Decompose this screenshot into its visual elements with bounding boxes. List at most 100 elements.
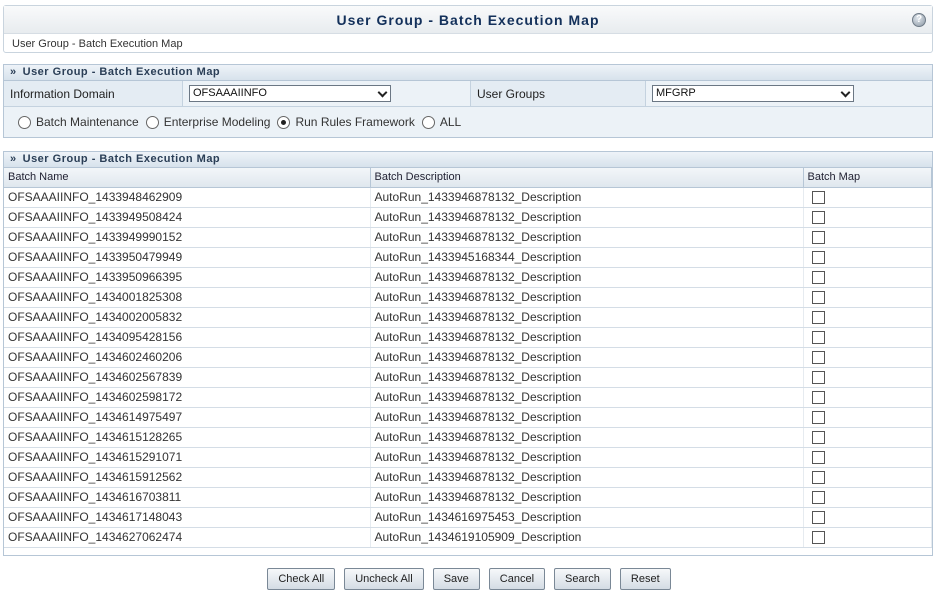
batch-description-cell: AutoRun_1433946878132_Description xyxy=(370,467,804,488)
batch-name-cell: OFSAAAIINFO_1434616703811 xyxy=(4,487,371,508)
radio-enterprise-modeling[interactable]: Enterprise Modeling xyxy=(145,115,271,129)
filter-row: Information Domain OFSAAAIINFO User Grou… xyxy=(4,81,932,107)
radio-label: Enterprise Modeling xyxy=(163,115,271,129)
uncheck-all-button[interactable]: Uncheck All xyxy=(344,568,424,590)
title-bar: User Group - Batch Execution Map ? xyxy=(4,6,932,34)
batch-map-checkbox[interactable] xyxy=(811,351,825,365)
batch-name-cell: OFSAAAIINFO_1434615128265 xyxy=(4,427,371,448)
batch-map-checkbox[interactable] xyxy=(811,371,825,385)
batch-map-grid-panel: » User Group - Batch Execution Map Batch … xyxy=(3,151,933,556)
batch-name-cell: OFSAAAIINFO_1434627062474 xyxy=(4,527,371,548)
batch-name-cell: OFSAAAIINFO_1434614975497 xyxy=(4,407,371,428)
radio-button[interactable] xyxy=(421,115,435,129)
batch-map-cell xyxy=(803,247,932,268)
batch-map-cell xyxy=(803,267,932,288)
table-row: OFSAAAIINFO_1434001825308 AutoRun_1433946… xyxy=(4,287,932,308)
info-domain-cell: OFSAAAIINFO xyxy=(183,81,471,106)
table-row: OFSAAAIINFO_1434602460206 AutoRun_1433946… xyxy=(4,347,932,368)
batch-name-cell: OFSAAAIINFO_1433950966395 xyxy=(4,267,371,288)
batch-description-cell: AutoRun_1433946878132_Description xyxy=(370,387,804,408)
batch-map-checkbox[interactable] xyxy=(811,431,825,445)
batch-map-cell xyxy=(803,447,932,468)
table-row: OFSAAAIINFO_1434602567839 AutoRun_1433946… xyxy=(4,367,932,388)
filter-panel-title: User Group - Batch Execution Map xyxy=(22,66,221,78)
batch-map-cell xyxy=(803,527,932,548)
radio-button[interactable] xyxy=(145,115,159,129)
batch-map-checkbox[interactable] xyxy=(811,491,825,505)
batch-map-checkbox[interactable] xyxy=(811,451,825,465)
batch-map-checkbox[interactable] xyxy=(811,251,825,265)
batch-map-checkbox[interactable] xyxy=(811,511,825,525)
radio-all[interactable]: ALL xyxy=(421,115,461,129)
save-button[interactable]: Save xyxy=(432,568,480,590)
batch-description-cell: AutoRun_1433946878132_Description xyxy=(370,267,804,288)
cancel-button[interactable]: Cancel xyxy=(488,568,546,590)
chevron-down-icon xyxy=(840,87,851,98)
radio-batch-maintenance[interactable]: Batch Maintenance xyxy=(18,115,139,129)
batch-map-cell xyxy=(803,507,932,528)
breadcrumb: User Group - Batch Execution Map xyxy=(12,38,183,50)
batch-name-cell: OFSAAAIINFO_1433950479949 xyxy=(4,247,371,268)
batch-map-cell xyxy=(803,467,932,488)
batch-map-checkbox[interactable] xyxy=(811,471,825,485)
batch-map-cell xyxy=(803,187,932,208)
batch-name-cell: OFSAAAIINFO_1434615291071 xyxy=(4,447,371,468)
user-groups-cell: MFGRP xyxy=(646,81,932,106)
batch-map-checkbox[interactable] xyxy=(811,291,825,305)
table-row: OFSAAAIINFO_1434614975497 AutoRun_1433946… xyxy=(4,407,932,428)
info-domain-select[interactable]: OFSAAAIINFO xyxy=(189,85,391,102)
batch-map-checkbox[interactable] xyxy=(811,271,825,285)
radio-button[interactable] xyxy=(18,115,31,129)
batch-description-cell: AutoRun_1433946878132_Description xyxy=(370,347,804,368)
user-groups-label: User Groups xyxy=(471,81,646,106)
batch-map-table: Batch Name Batch Description Batch Map O… xyxy=(4,168,932,548)
batch-description-cell: AutoRun_1433946878132_Description xyxy=(370,407,804,428)
batch-map-cell xyxy=(803,427,932,448)
table-row: OFSAAAIINFO_1434615128265 AutoRun_1433946… xyxy=(4,427,932,448)
batch-map-checkbox[interactable] xyxy=(811,411,825,425)
radio-label: Run Rules Framework xyxy=(295,115,415,129)
check-all-button[interactable]: Check All xyxy=(267,568,336,590)
batch-map-cell xyxy=(803,347,932,368)
table-row: OFSAAAIINFO_1434627062474 AutoRun_1434619… xyxy=(4,527,932,548)
column-header-batch-description[interactable]: Batch Description xyxy=(370,168,804,188)
reset-button[interactable]: Reset xyxy=(619,568,671,590)
help-icon[interactable]: ? xyxy=(912,13,926,27)
batch-map-cell xyxy=(803,407,932,428)
batch-map-checkbox[interactable] xyxy=(811,311,825,325)
table-row: OFSAAAIINFO_1434615912562 AutoRun_1433946… xyxy=(4,467,932,488)
action-buttons: Check All Uncheck All Save Cancel Search… xyxy=(0,568,937,590)
double-chevron-right-icon: » xyxy=(10,66,17,78)
table-row: OFSAAAIINFO_1434602598172 AutoRun_1433946… xyxy=(4,387,932,408)
batch-map-checkbox[interactable] xyxy=(811,331,825,345)
batch-type-radio-group: Batch Maintenance Enterprise Modeling Ru… xyxy=(4,107,932,137)
radio-button[interactable] xyxy=(277,115,291,129)
batch-map-cell xyxy=(803,387,932,408)
batch-map-cell xyxy=(803,487,932,508)
batch-map-checkbox[interactable] xyxy=(811,191,825,205)
batch-description-cell: AutoRun_1434619105909_Description xyxy=(370,527,804,548)
batch-map-checkbox[interactable] xyxy=(811,391,825,405)
user-groups-select[interactable]: MFGRP xyxy=(652,85,854,102)
batch-map-cell xyxy=(803,227,932,248)
radio-run-rules-framework[interactable]: Run Rules Framework xyxy=(277,115,415,129)
table-row: OFSAAAIINFO_1434617148043 AutoRun_1434616… xyxy=(4,507,932,528)
batch-description-cell: AutoRun_1433946878132_Description xyxy=(370,327,804,348)
table-row: OFSAAAIINFO_1434616703811 AutoRun_1433946… xyxy=(4,487,932,508)
column-header-batch-name[interactable]: Batch Name xyxy=(4,168,371,188)
batch-name-cell: OFSAAAIINFO_1434617148043 xyxy=(4,507,371,528)
batch-map-checkbox[interactable] xyxy=(811,531,825,545)
table-row: OFSAAAIINFO_1433950479949 AutoRun_1433945… xyxy=(4,247,932,268)
batch-name-cell: OFSAAAIINFO_1433948462909 xyxy=(4,187,371,208)
column-header-batch-map[interactable]: Batch Map xyxy=(803,168,932,188)
page-header: User Group - Batch Execution Map ? User … xyxy=(3,5,933,53)
search-button[interactable]: Search xyxy=(554,568,611,590)
batch-map-checkbox[interactable] xyxy=(811,211,825,225)
table-row: OFSAAAIINFO_1433948462909 AutoRun_1433946… xyxy=(4,187,932,208)
chevron-down-icon xyxy=(377,87,388,98)
batch-map-checkbox[interactable] xyxy=(811,231,825,245)
batch-description-cell: AutoRun_1433946878132_Description xyxy=(370,207,804,228)
batch-name-cell: OFSAAAIINFO_1434602598172 xyxy=(4,387,371,408)
batch-name-cell: OFSAAAIINFO_1434602460206 xyxy=(4,347,371,368)
info-domain-value: OFSAAAIINFO xyxy=(193,87,267,99)
